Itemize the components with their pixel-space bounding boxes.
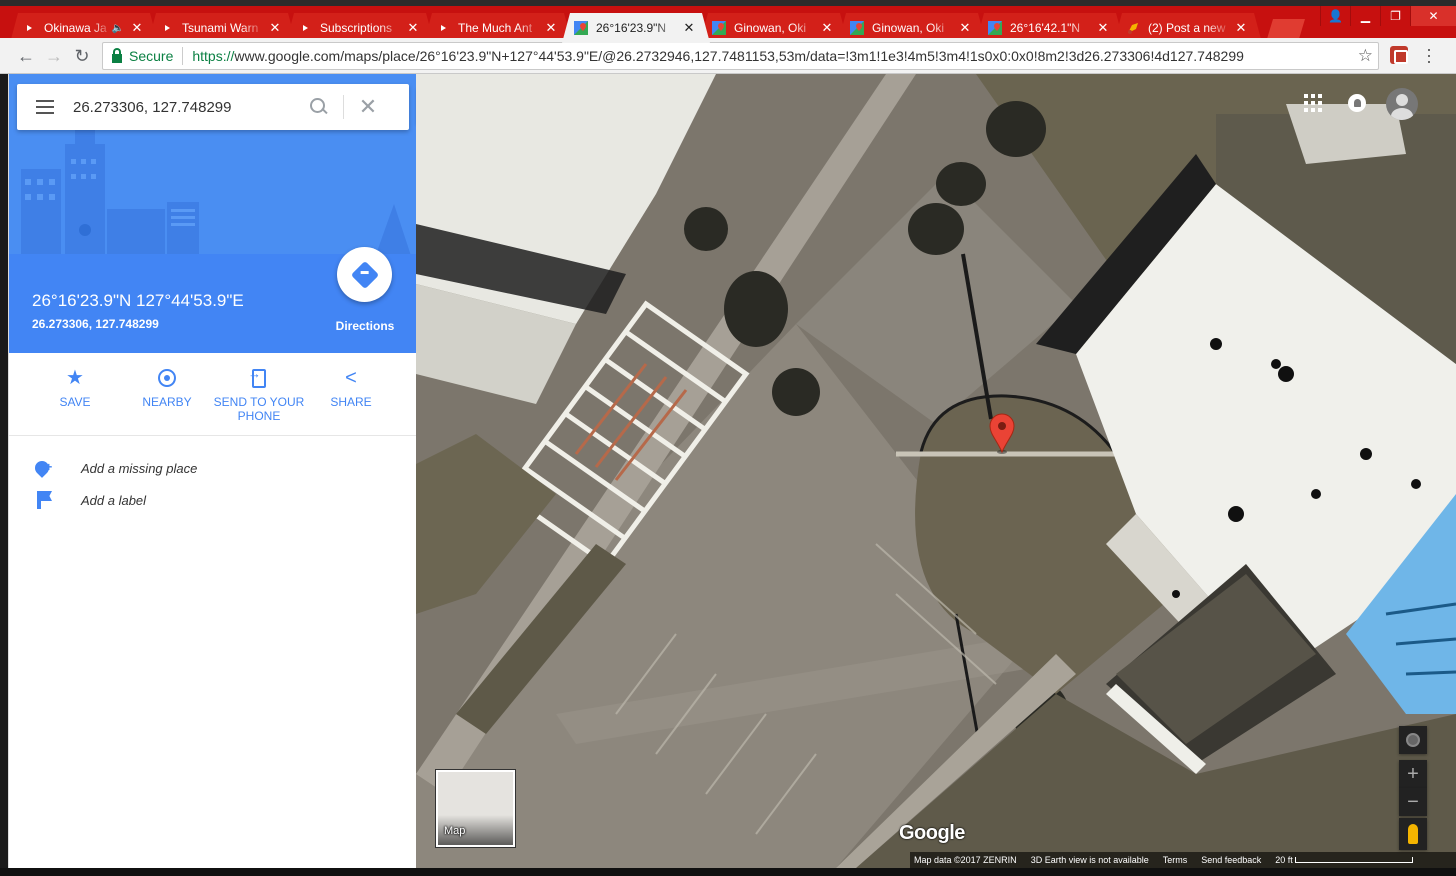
close-tab-icon[interactable]: ✕	[1232, 20, 1250, 36]
nearby-icon	[158, 369, 176, 387]
search-input[interactable]	[73, 98, 299, 116]
browser-toolbar: ← → ↻ Secure https://www.google.com/maps…	[0, 38, 1456, 74]
add-missing-place-link[interactable]: Add a missing place	[9, 453, 417, 483]
satellite-map[interactable]: + − Map Google Map data ©2017 ZENRIN 3D …	[416, 74, 1456, 868]
window-controls: 👤 ▁ ❐ ✕	[1320, 6, 1456, 26]
forum-icon	[1126, 21, 1140, 35]
menu-icon[interactable]	[17, 100, 73, 114]
directions-button[interactable]	[337, 247, 392, 302]
zoom-in-button[interactable]: +	[1399, 760, 1427, 788]
tab-maps-active[interactable]: 26°16'23.9"N ✕	[562, 13, 710, 43]
secure-label: Secure	[129, 48, 174, 64]
place-panel: ✕ 26°16'23.9"N 127°44'53.9"E 26.273306, …	[8, 74, 417, 868]
add-label-link[interactable]: Add a label	[9, 485, 417, 515]
satellite-imagery	[416, 74, 1456, 868]
maps-icon	[850, 21, 864, 35]
terms-link[interactable]: Terms	[1163, 855, 1188, 865]
url-text[interactable]: https://www.google.com/maps/place/26°16'…	[192, 48, 1378, 64]
close-tab-icon[interactable]: ✕	[404, 20, 422, 36]
back-button[interactable]: ←	[14, 44, 38, 68]
action-bar: ★ SAVE NEARBY SEND TO YOUR PHONE < SHARE	[9, 353, 417, 436]
close-tab-icon[interactable]: ✕	[956, 20, 974, 36]
maps-icon	[988, 21, 1002, 35]
extension-icon[interactable]	[1390, 46, 1408, 64]
send-feedback-link[interactable]: Send feedback	[1201, 855, 1261, 865]
youtube-icon	[22, 24, 36, 33]
share-icon: <	[345, 367, 357, 389]
compass-button[interactable]	[1399, 726, 1427, 754]
map-footer: Map data ©2017 ZENRIN 3D Earth view is n…	[910, 852, 1456, 868]
add-place-icon	[32, 458, 52, 478]
minimap-label: Map	[444, 825, 466, 837]
close-tab-icon[interactable]: ✕	[542, 20, 560, 36]
close-tab-icon[interactable]: ✕	[128, 20, 146, 36]
close-tab-icon[interactable]: ✕	[818, 20, 836, 36]
scale-control[interactable]: 20 ft	[1275, 855, 1413, 865]
earth-view-note: 3D Earth view is not available	[1030, 855, 1149, 865]
clear-search-icon[interactable]: ✕	[354, 94, 382, 120]
maps-icon	[712, 21, 726, 35]
apps-grid-icon[interactable]	[1304, 94, 1322, 112]
close-tab-icon[interactable]: ✕	[680, 20, 698, 36]
os-taskbar	[0, 868, 1456, 876]
nearby-button[interactable]: NEARBY	[121, 367, 213, 409]
address-bar[interactable]: Secure https://www.google.com/maps/place…	[102, 42, 1379, 70]
scale-bar	[1294, 857, 1413, 863]
send-to-phone-button[interactable]: SEND TO YOUR PHONE	[213, 367, 305, 424]
close-tab-icon[interactable]: ✕	[266, 20, 284, 36]
speaker-icon[interactable]: 🔈	[112, 23, 124, 34]
close-tab-icon[interactable]: ✕	[1094, 20, 1112, 36]
pegman-street-view[interactable]	[1399, 818, 1427, 850]
pegman-icon	[1408, 824, 1418, 844]
map-copyright: Map data ©2017 ZENRIN	[914, 855, 1017, 865]
account-avatar[interactable]	[1386, 88, 1418, 120]
place-title: 26°16'23.9"N 127°44'53.9"E	[32, 291, 244, 310]
new-tab-button[interactable]	[1267, 19, 1305, 39]
notifications-bell-icon[interactable]	[1348, 94, 1366, 112]
reload-button[interactable]: ↻	[70, 44, 94, 68]
save-button[interactable]: ★ SAVE	[29, 367, 121, 409]
place-header: 26°16'23.9"N 127°44'53.9"E 26.273306, 12…	[9, 247, 417, 353]
search-icon[interactable]	[303, 92, 333, 122]
youtube-icon	[298, 24, 312, 33]
browser-menu-icon[interactable]: · · ·	[1426, 40, 1432, 70]
lock-icon	[112, 47, 122, 63]
bookmark-star-icon[interactable]: ☆	[1358, 46, 1373, 66]
search-box: ✕	[17, 84, 409, 130]
share-button[interactable]: < SHARE	[305, 367, 397, 409]
directions-label[interactable]: Directions	[329, 319, 401, 333]
send-to-phone-icon	[248, 367, 266, 388]
place-coordinates: 26.273306, 127.748299	[32, 317, 159, 331]
youtube-icon	[436, 24, 450, 33]
zoom-out-button[interactable]: −	[1399, 788, 1427, 816]
youtube-icon	[160, 24, 174, 33]
flag-icon	[37, 491, 41, 509]
minimize-button[interactable]: ▁	[1350, 6, 1380, 26]
google-logo: Google	[899, 822, 965, 844]
tab-strip: Okinawa Ja 🔈 ✕ Tsunami Warn ✕ Subscripti…	[0, 0, 1456, 38]
star-icon: ★	[66, 367, 84, 389]
close-window-button[interactable]: ✕	[1410, 6, 1456, 26]
maps-icon	[574, 21, 588, 35]
restore-button[interactable]: ❐	[1380, 6, 1410, 26]
directions-icon	[350, 260, 379, 289]
forward-button[interactable]: →	[42, 44, 66, 68]
map-view-toggle[interactable]: Map	[436, 770, 515, 847]
profile-icon[interactable]: 👤	[1320, 6, 1350, 26]
